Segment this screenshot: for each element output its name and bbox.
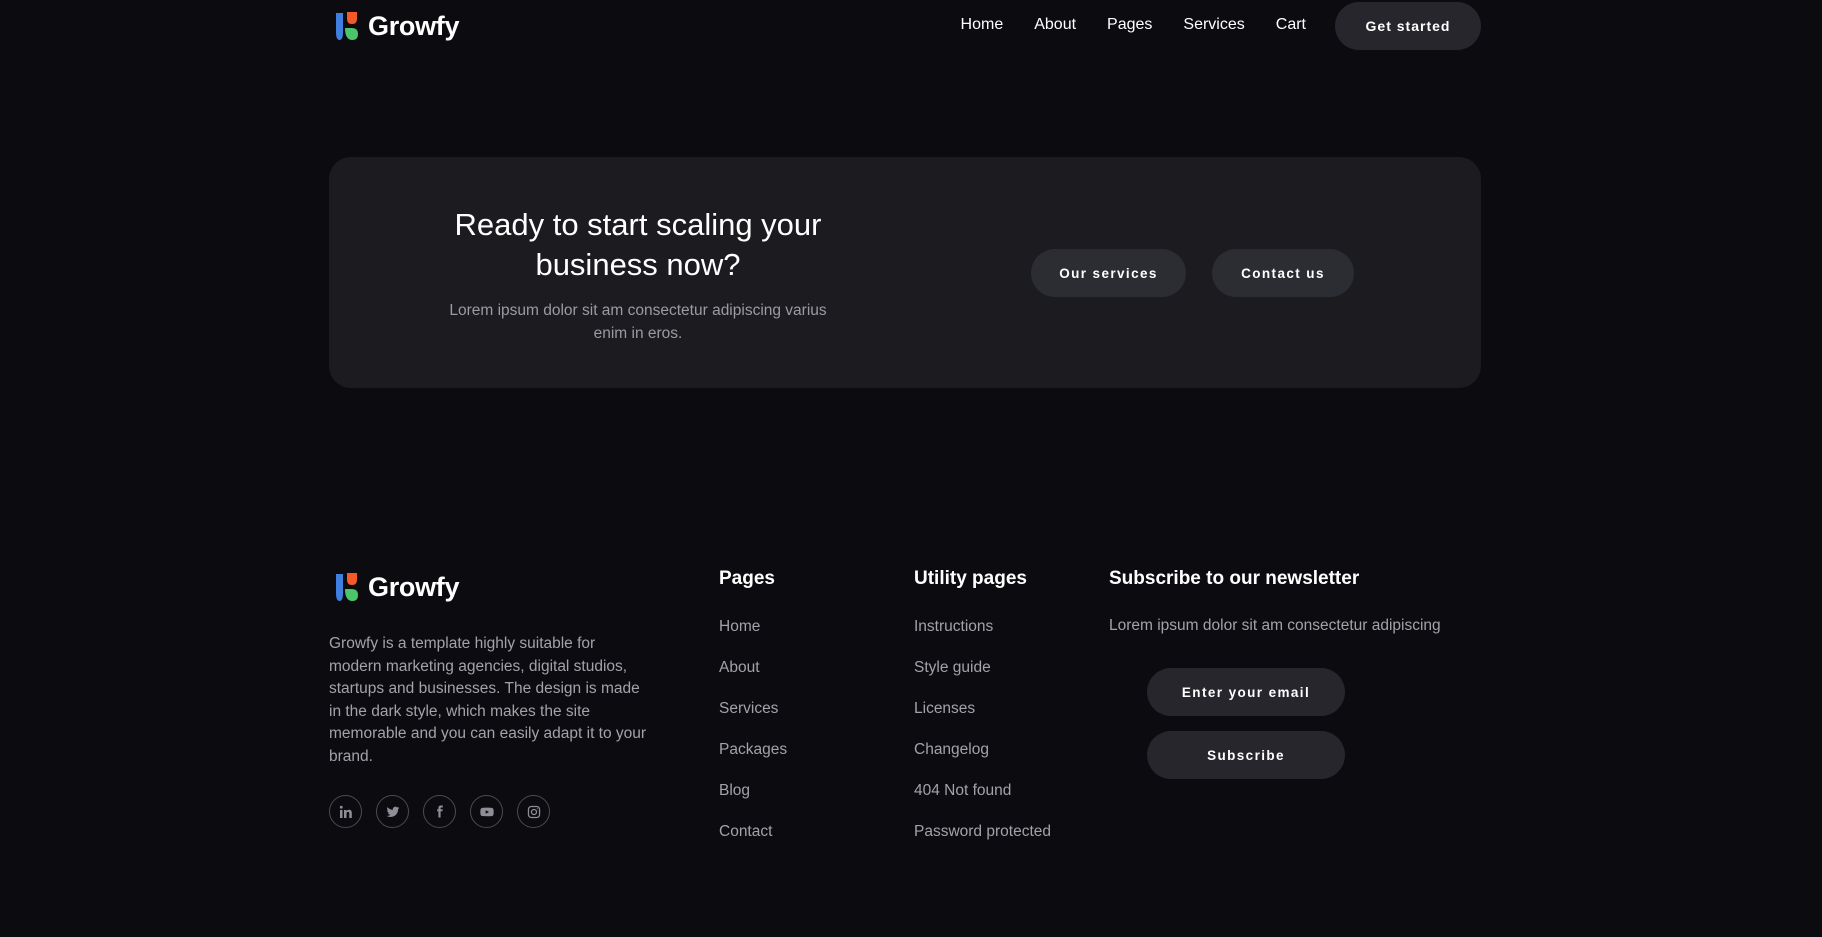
growfy-logo-icon xyxy=(336,573,358,601)
nav-link-about[interactable]: About xyxy=(1034,16,1076,34)
newsletter-subtitle: Lorem ipsum dolor sit am consectetur adi… xyxy=(1109,617,1441,634)
contact-us-button[interactable]: Contact us xyxy=(1212,249,1354,297)
utility-title: Utility pages xyxy=(914,568,1027,589)
newsletter-title: Subscribe to our newsletter xyxy=(1109,568,1360,589)
footer-utility-column: Utility pages Instructions Style guide L… xyxy=(914,566,1051,843)
linkedin-icon[interactable] xyxy=(329,795,362,828)
header-logo[interactable]: Growfy xyxy=(334,10,460,42)
footer-pages-column: Pages Home About Services Packages Blog … xyxy=(719,566,787,843)
footer-description: Growfy is a template highly suitable for… xyxy=(329,635,647,765)
email-field[interactable] xyxy=(1147,668,1345,716)
footer-brand-name: Growfy xyxy=(368,571,460,602)
instagram-icon[interactable] xyxy=(517,795,550,828)
footer-link-404[interactable]: 404 Not found xyxy=(914,780,1051,802)
nav-link-cart[interactable]: Cart xyxy=(1276,16,1306,34)
our-services-button[interactable]: Our services xyxy=(1031,249,1186,297)
footer-link-about[interactable]: About xyxy=(719,657,787,679)
nav-link-pages[interactable]: Pages xyxy=(1107,16,1152,34)
pages-title: Pages xyxy=(719,568,775,589)
social-links xyxy=(329,795,550,828)
twitter-icon[interactable] xyxy=(376,795,409,828)
footer-link-changelog[interactable]: Changelog xyxy=(914,739,1051,761)
subscribe-button[interactable]: Subscribe xyxy=(1147,731,1345,779)
youtube-icon[interactable] xyxy=(470,795,503,828)
top-nav: Growfy Home About Pages Services Cart Ge… xyxy=(329,0,1481,52)
nav-link-home[interactable]: Home xyxy=(961,16,1004,34)
footer-link-packages[interactable]: Packages xyxy=(719,739,787,761)
cta-card: Ready to start scaling your business now… xyxy=(329,157,1481,388)
footer-link-blog[interactable]: Blog xyxy=(719,780,787,802)
footer-newsletter-column: Subscribe to our newsletter Lorem ipsum … xyxy=(1109,566,1441,637)
footer-link-password-protected[interactable]: Password protected xyxy=(914,821,1051,843)
footer-link-services[interactable]: Services xyxy=(719,698,787,720)
footer-link-home[interactable]: Home xyxy=(719,616,787,638)
growfy-logo-icon xyxy=(336,12,358,40)
footer-link-contact[interactable]: Contact xyxy=(719,821,787,843)
footer-logo[interactable]: Growfy xyxy=(334,571,460,603)
nav-links: Home About Pages Services Cart xyxy=(961,16,1306,34)
brand-name: Growfy xyxy=(368,10,460,41)
cta-title: Ready to start scaling your business now… xyxy=(454,207,822,282)
pages-links: Home About Services Packages Blog Contac… xyxy=(719,616,787,843)
cta-subtitle: Lorem ipsum dolor sit am consectetur adi… xyxy=(449,302,827,342)
nav-link-services[interactable]: Services xyxy=(1183,16,1244,34)
footer-link-instructions[interactable]: Instructions xyxy=(914,616,1051,638)
footer-link-style-guide[interactable]: Style guide xyxy=(914,657,1051,679)
page: Growfy Home About Pages Services Cart Ge… xyxy=(0,0,1822,937)
get-started-button[interactable]: Get started xyxy=(1335,2,1481,50)
utility-links: Instructions Style guide Licenses Change… xyxy=(914,616,1051,843)
footer-link-licenses[interactable]: Licenses xyxy=(914,698,1051,720)
facebook-icon[interactable] xyxy=(423,795,456,828)
